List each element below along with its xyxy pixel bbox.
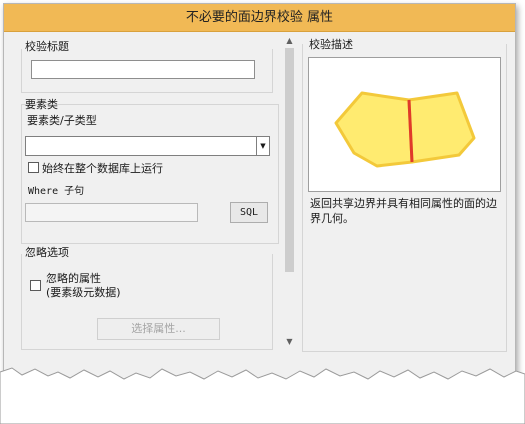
- chevron-down-icon[interactable]: ▼: [283, 337, 296, 346]
- chevron-down-icon[interactable]: ▼: [256, 137, 269, 155]
- run-entire-db-checkbox[interactable]: [28, 162, 39, 173]
- window-title: 不必要的面边界校验 属性: [4, 4, 515, 32]
- description-preview: [308, 57, 501, 192]
- description-label: 校验描述: [309, 38, 353, 51]
- feature-subtype-dropdown[interactable]: ▼: [25, 136, 270, 156]
- left-panel-scrollbar[interactable]: ▲ ▼: [283, 34, 296, 352]
- properties-window: 不必要的面边界校验 属性 校验标题 要素类 要素类/子类型 ▼ 始终在整个数据库…: [3, 3, 516, 399]
- ignored-attributes-sublabel: (要素级元数据): [46, 286, 121, 299]
- ignore-options-label: 忽略选项: [25, 246, 69, 259]
- feature-class-group-label: 要素类: [25, 98, 58, 111]
- where-clause-input[interactable]: [25, 203, 198, 222]
- feature-subtype-label: 要素类/子类型: [27, 114, 97, 127]
- right-polygon: [407, 91, 476, 164]
- description-text: 返回共享边界并具有相同属性的面的边界几何。: [310, 197, 497, 225]
- check-title-label: 校验标题: [25, 40, 69, 53]
- where-clause-label: Where 子句: [28, 186, 85, 197]
- scrollbar-thumb[interactable]: [285, 48, 294, 272]
- left-polygon: [334, 91, 414, 168]
- sql-button[interactable]: SQL: [230, 202, 268, 223]
- run-entire-db-label: 始终在整个数据库上运行: [42, 162, 163, 175]
- ignored-attributes-checkbox[interactable]: [30, 280, 41, 291]
- select-attributes-button[interactable]: 选择属性...: [97, 318, 220, 340]
- shared-boundary-polygons-illustration: [334, 91, 476, 168]
- check-title-input[interactable]: [31, 60, 255, 79]
- chevron-up-icon[interactable]: ▲: [283, 36, 296, 45]
